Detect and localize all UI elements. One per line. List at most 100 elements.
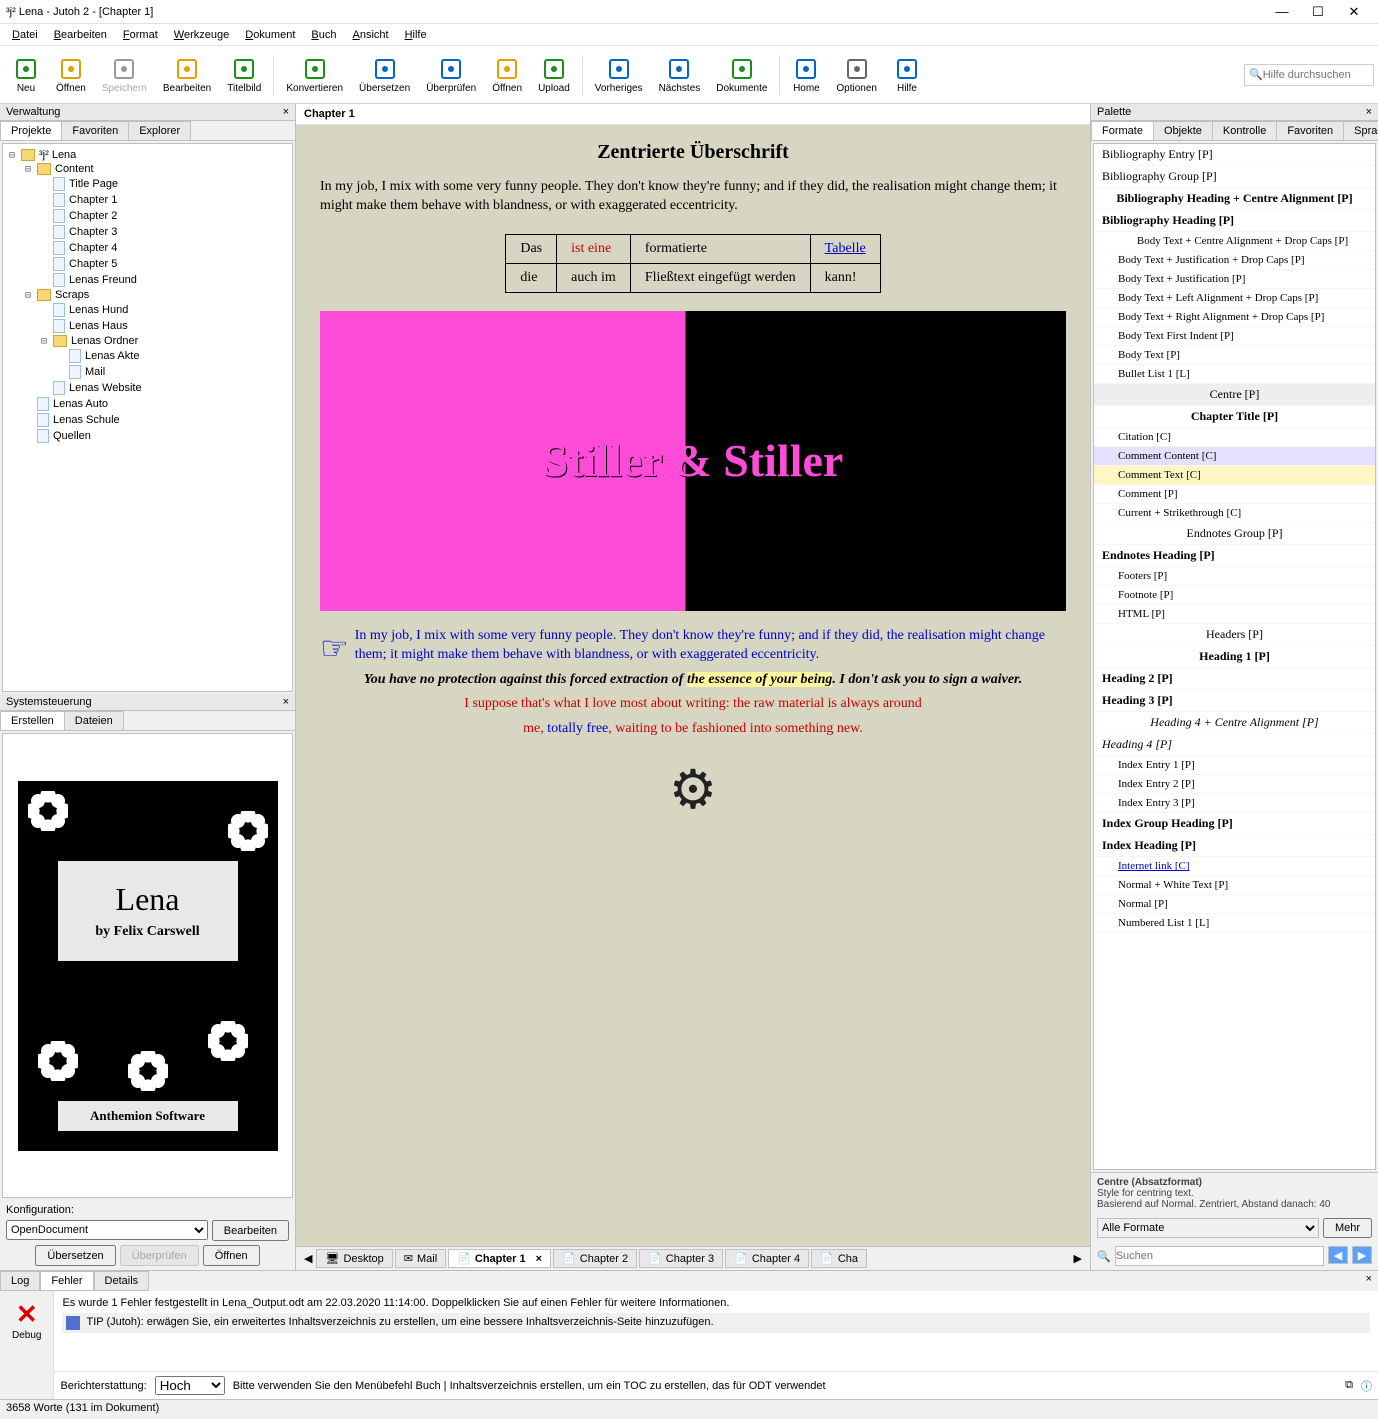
style-item[interactable]: Bibliography Entry [P] bbox=[1094, 144, 1375, 166]
report-level-select[interactable]: Hoch bbox=[155, 1376, 225, 1395]
tree-item[interactable]: Lenas Freund bbox=[7, 272, 288, 288]
config-öffnen-button[interactable]: Öffnen bbox=[203, 1245, 260, 1266]
style-item[interactable]: Comment Text [C] bbox=[1094, 466, 1375, 485]
style-item[interactable]: Bullet List 1 [L] bbox=[1094, 365, 1375, 384]
config-edit-button[interactable]: Bearbeiten bbox=[212, 1220, 289, 1241]
menu-bearbeiten[interactable]: Bearbeiten bbox=[46, 27, 115, 43]
style-item[interactable]: Bibliography Heading [P] bbox=[1094, 210, 1375, 232]
toolbar-nächstes[interactable]: Nächstes bbox=[651, 53, 709, 96]
tree-item[interactable]: Chapter 5 bbox=[7, 256, 288, 272]
style-item[interactable]: Heading 2 [P] bbox=[1094, 668, 1375, 690]
style-item[interactable]: Heading 3 [P] bbox=[1094, 690, 1375, 712]
doc-tab-desktop[interactable]: 🖥Desktop bbox=[316, 1249, 392, 1268]
style-item[interactable]: Index Heading [P] bbox=[1094, 835, 1375, 857]
config-übersetzen-button[interactable]: Übersetzen bbox=[35, 1245, 115, 1266]
tab-explorer[interactable]: Explorer bbox=[128, 121, 191, 140]
doc-tab-chapter-3[interactable]: 📄Chapter 3 bbox=[639, 1249, 723, 1268]
toolbar-übersetzen[interactable]: Übersetzen bbox=[351, 53, 418, 96]
style-item[interactable]: Comment Content [C] bbox=[1094, 447, 1375, 466]
prev-style-button[interactable]: ◀ bbox=[1328, 1246, 1348, 1264]
style-item[interactable]: Body Text First Indent [P] bbox=[1094, 327, 1375, 346]
tree-item[interactable]: Mail bbox=[7, 364, 288, 380]
style-item[interactable]: Body Text + Justification + Drop Caps [P… bbox=[1094, 251, 1375, 270]
menu-dokument[interactable]: Dokument bbox=[237, 27, 303, 43]
toolbar-upload[interactable]: Upload bbox=[530, 53, 578, 96]
style-item[interactable]: Body Text [P] bbox=[1094, 346, 1375, 365]
style-item[interactable]: Body Text + Centre Alignment + Drop Caps… bbox=[1094, 232, 1375, 251]
tree-item[interactable]: Quellen bbox=[7, 428, 288, 444]
style-item[interactable]: HTML [P] bbox=[1094, 605, 1375, 624]
style-item[interactable]: Body Text + Left Alignment + Drop Caps [… bbox=[1094, 289, 1375, 308]
tree-item[interactable]: Lenas Haus bbox=[7, 318, 288, 334]
help-search[interactable]: 🔍 bbox=[1244, 64, 1374, 86]
menu-werkzeuge[interactable]: Werkzeuge bbox=[166, 27, 237, 43]
log-tab-details[interactable]: Details bbox=[94, 1271, 150, 1290]
log-tab-log[interactable]: Log bbox=[0, 1271, 40, 1290]
help-search-input[interactable] bbox=[1263, 69, 1363, 81]
project-tree[interactable]: ⊟³j² Lena⊟ContentTitle PageChapter 1Chap… bbox=[2, 143, 293, 692]
style-item[interactable]: Normal + White Text [P] bbox=[1094, 876, 1375, 895]
tab-favoriten[interactable]: Favoriten bbox=[1276, 121, 1344, 140]
tree-item[interactable]: Lenas Auto bbox=[7, 396, 288, 412]
toolbar-titelbild[interactable]: Titelbild bbox=[219, 53, 269, 96]
style-item[interactable]: Body Text + Justification [P] bbox=[1094, 270, 1375, 289]
style-item[interactable]: Index Entry 2 [P] bbox=[1094, 775, 1375, 794]
info-icon[interactable]: ⓘ bbox=[1361, 1378, 1372, 1394]
tree-item[interactable]: Chapter 2 bbox=[7, 208, 288, 224]
style-item[interactable]: Numbered List 1 [L] bbox=[1094, 914, 1375, 933]
style-item[interactable]: Heading 4 [P] bbox=[1094, 734, 1375, 756]
tab-favoriten[interactable]: Favoriten bbox=[61, 121, 129, 140]
style-list[interactable]: Bibliography Entry [P]Bibliography Group… bbox=[1093, 143, 1376, 1170]
style-item[interactable]: Normal [P] bbox=[1094, 895, 1375, 914]
tab-nav-left[interactable]: ◀ bbox=[300, 1252, 316, 1265]
tree-item[interactable]: Chapter 3 bbox=[7, 224, 288, 240]
log-body[interactable]: Es wurde 1 Fehler festgestellt in Lena_O… bbox=[54, 1291, 1378, 1371]
menu-buch[interactable]: Buch bbox=[303, 27, 344, 43]
minimize-button[interactable]: — bbox=[1264, 1, 1300, 23]
style-item[interactable]: Endnotes Group [P] bbox=[1094, 523, 1375, 545]
style-item[interactable]: Heading 4 + Centre Alignment [P] bbox=[1094, 712, 1375, 734]
config-select[interactable]: OpenDocument bbox=[6, 1220, 208, 1240]
tree-item[interactable]: Lenas Schule bbox=[7, 412, 288, 428]
next-style-button[interactable]: ▶ bbox=[1352, 1246, 1372, 1264]
style-item[interactable]: Chapter Title [P] bbox=[1094, 406, 1375, 428]
style-item[interactable]: Footnote [P] bbox=[1094, 586, 1375, 605]
copy-icon[interactable]: ⧉ bbox=[1345, 1379, 1353, 1392]
tab-erstellen[interactable]: Erstellen bbox=[0, 711, 65, 730]
toolbar-optionen[interactable]: Optionen bbox=[828, 53, 885, 96]
log-tab-fehler[interactable]: Fehler bbox=[40, 1271, 93, 1290]
tree-item[interactable]: Lenas Hund bbox=[7, 302, 288, 318]
toolbar-vorheriges[interactable]: Vorheriges bbox=[587, 53, 651, 96]
close-palette-icon[interactable]: × bbox=[1366, 106, 1372, 118]
tree-item[interactable]: ⊟Scraps bbox=[7, 288, 288, 302]
style-item[interactable]: Internet link [C] bbox=[1094, 857, 1375, 876]
maximize-button[interactable]: ☐ bbox=[1300, 1, 1336, 23]
tab-dateien[interactable]: Dateien bbox=[64, 711, 124, 730]
tab-objekte[interactable]: Objekte bbox=[1153, 121, 1213, 140]
toolbar-hilfe[interactable]: Hilfe bbox=[885, 53, 929, 96]
tree-item[interactable]: Lenas Website bbox=[7, 380, 288, 396]
style-item[interactable]: Body Text + Right Alignment + Drop Caps … bbox=[1094, 308, 1375, 327]
menu-datei[interactable]: Datei bbox=[4, 27, 46, 43]
style-item[interactable]: Index Entry 1 [P] bbox=[1094, 756, 1375, 775]
close-system-icon[interactable]: × bbox=[283, 696, 289, 708]
close-tab-icon[interactable]: × bbox=[536, 1253, 542, 1265]
toolbar-konvertieren[interactable]: Konvertieren bbox=[278, 53, 351, 96]
menu-hilfe[interactable]: Hilfe bbox=[397, 27, 435, 43]
style-item[interactable]: Comment [P] bbox=[1094, 485, 1375, 504]
toolbar-home[interactable]: Home bbox=[784, 53, 828, 96]
style-item[interactable]: Index Entry 3 [P] bbox=[1094, 794, 1375, 813]
tree-item[interactable]: ⊟Lenas Ordner bbox=[7, 334, 288, 348]
palette-more-button[interactable]: Mehr bbox=[1323, 1218, 1372, 1238]
style-item[interactable]: Bibliography Heading + Centre Alignment … bbox=[1094, 188, 1375, 210]
tree-item[interactable]: Title Page bbox=[7, 176, 288, 192]
doc-tab-chapter-1[interactable]: 📄Chapter 1× bbox=[448, 1249, 551, 1268]
tab-formate[interactable]: Formate bbox=[1091, 121, 1154, 140]
style-item[interactable]: Footers [P] bbox=[1094, 567, 1375, 586]
menu-format[interactable]: Format bbox=[115, 27, 166, 43]
style-item[interactable]: Citation [C] bbox=[1094, 428, 1375, 447]
tree-item[interactable]: Chapter 1 bbox=[7, 192, 288, 208]
toolbar-öffnen[interactable]: Öffnen bbox=[48, 53, 94, 96]
doc-tab-chapter-2[interactable]: 📄Chapter 2 bbox=[553, 1249, 637, 1268]
toolbar-öffnen[interactable]: Öffnen bbox=[484, 53, 530, 96]
